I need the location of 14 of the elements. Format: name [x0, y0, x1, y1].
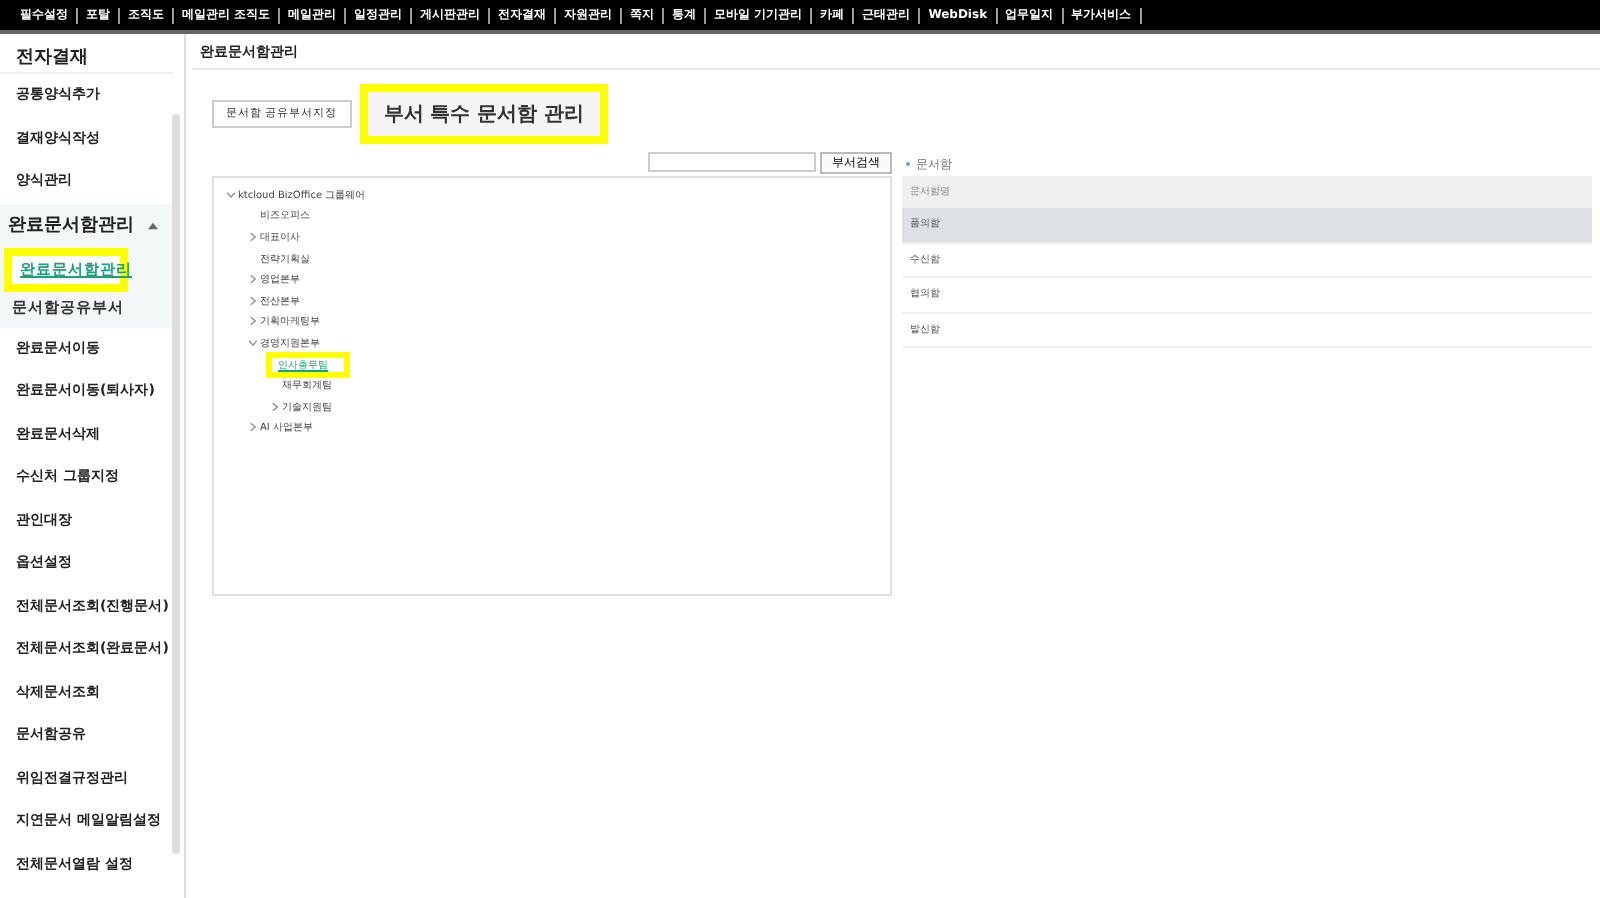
search-field[interactable] [648, 152, 816, 172]
chevron-icon[interactable] [271, 401, 277, 412]
chevron-icon[interactable] [225, 191, 235, 198]
sidebar-section[interactable]: 완료문서함관리 [8, 212, 134, 238]
chevron-icon[interactable] [247, 339, 257, 346]
chevron-icon[interactable] [249, 422, 255, 433]
chevron-icon[interactable] [249, 295, 255, 306]
tab[interactable]: 부서 특수 문서함 관리 [359, 83, 609, 143]
chevron-icon[interactable] [249, 274, 255, 285]
sidebar-title: 전자결재 [0, 34, 174, 74]
chevron-icon[interactable] [249, 231, 255, 242]
chevron-icon[interactable] [249, 316, 255, 327]
caret-icon[interactable] [148, 221, 158, 229]
scrollbar[interactable] [172, 114, 180, 854]
